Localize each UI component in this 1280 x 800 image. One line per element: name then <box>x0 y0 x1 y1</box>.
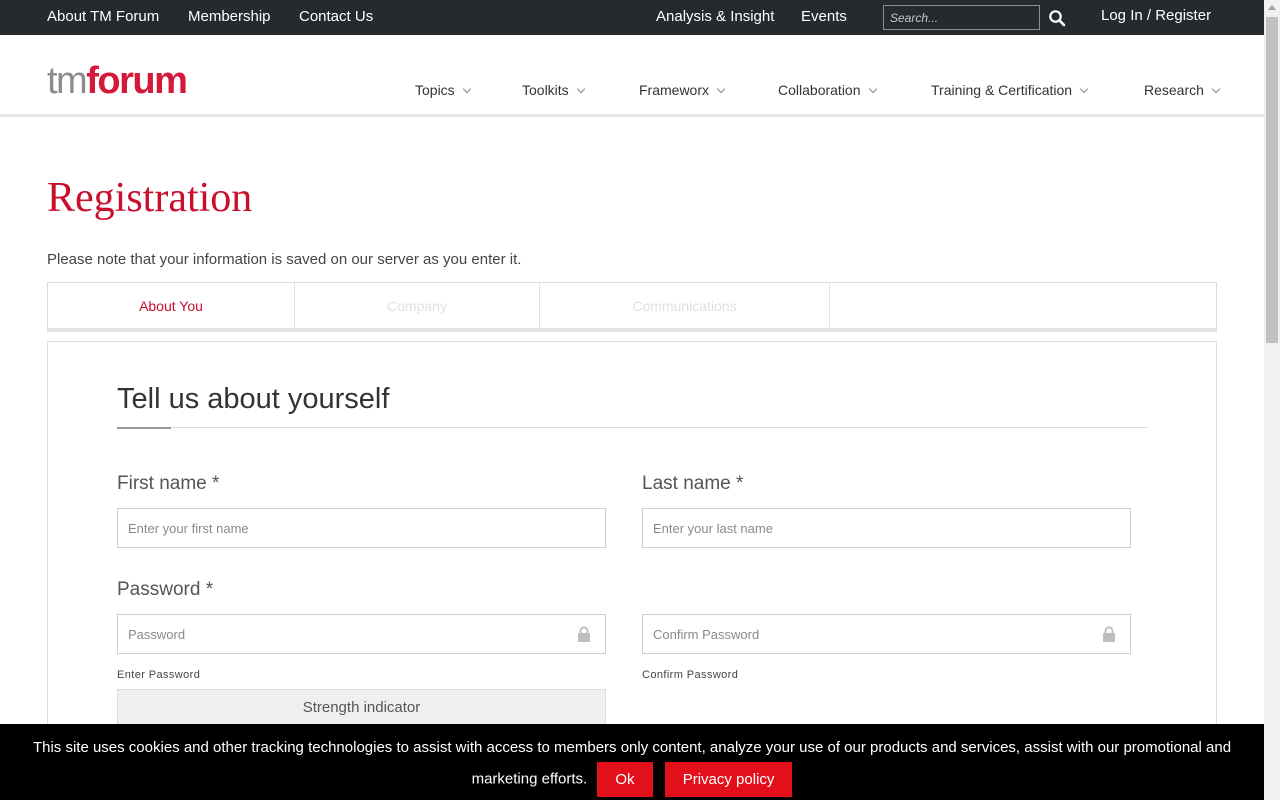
cookie-banner: This site uses cookies and other trackin… <box>0 724 1264 800</box>
cookie-ok-button[interactable]: Ok <box>597 762 653 797</box>
contact-us-link[interactable]: Contact Us <box>299 8 373 25</box>
nav-research[interactable]: Research <box>1144 82 1221 98</box>
nav-label: Research <box>1144 82 1204 98</box>
confirm-password-field[interactable] <box>642 614 1131 654</box>
section-title: Tell us about yourself <box>117 383 390 415</box>
logo-forum: forum <box>86 60 188 102</box>
password-label: Password * <box>117 579 214 600</box>
search-icon[interactable] <box>1048 9 1066 27</box>
membership-link[interactable]: Membership <box>188 8 271 25</box>
nav-label: Frameworx <box>639 82 710 98</box>
section-divider <box>117 427 1147 428</box>
top-utility-bar: About TM Forum Membership Contact Us Ana… <box>0 0 1264 35</box>
chevron-down-icon <box>1079 84 1089 94</box>
first-name-field[interactable] <box>117 508 606 548</box>
password-field[interactable] <box>117 614 606 654</box>
lock-icon <box>578 626 590 642</box>
events-link[interactable]: Events <box>801 8 847 25</box>
main-header: tmforum Topics Toolkits Frameworx Collab… <box>0 35 1264 117</box>
section-divider-accent <box>117 427 171 429</box>
nav-label: Toolkits <box>522 82 569 98</box>
tab-about-you[interactable]: About You <box>48 283 295 329</box>
nav-label: Training & Certification <box>931 82 1073 98</box>
nav-frameworx[interactable]: Frameworx <box>639 82 726 98</box>
cookie-message: This site uses cookies and other trackin… <box>20 734 1244 797</box>
password-strength-indicator: Strength indicator <box>117 689 606 727</box>
about-tm-forum-link[interactable]: About TM Forum <box>47 8 159 25</box>
last-name-label: Last name * <box>642 473 744 494</box>
nav-collaboration[interactable]: Collaboration <box>778 82 877 98</box>
lock-icon <box>1103 626 1115 642</box>
page-title: Registration <box>47 175 253 221</box>
nav-toolkits[interactable]: Toolkits <box>522 82 585 98</box>
save-note: Please note that your information is sav… <box>47 251 522 268</box>
chevron-down-icon <box>1211 84 1221 94</box>
scrollbar-thumb[interactable] <box>1266 17 1278 343</box>
last-name-field[interactable] <box>642 508 1131 548</box>
scroll-up-arrow-icon[interactable] <box>1268 5 1276 10</box>
chevron-down-icon <box>462 84 471 94</box>
search-input[interactable] <box>883 5 1040 30</box>
login-register-link[interactable]: Log In / Register <box>1101 7 1211 24</box>
chevron-down-icon <box>576 84 585 94</box>
nav-label: Collaboration <box>778 82 861 98</box>
password-hint: Enter Password <box>117 669 201 681</box>
nav-label: Topics <box>415 82 455 98</box>
registration-tabs: About You Company Communications <box>47 282 1217 332</box>
first-name-label: First name * <box>117 473 220 494</box>
logo-tm: tm <box>47 60 88 102</box>
tab-communications[interactable]: Communications <box>540 283 830 329</box>
nav-topics[interactable]: Topics <box>415 82 471 98</box>
page-scrollbar[interactable] <box>1264 0 1280 800</box>
confirm-password-hint: Confirm Password <box>642 669 739 681</box>
tab-company[interactable]: Company <box>295 283 540 329</box>
nav-training-certification[interactable]: Training & Certification <box>931 82 1089 98</box>
chevron-down-icon <box>868 84 877 94</box>
analysis-insight-link[interactable]: Analysis & Insight <box>656 8 774 25</box>
chevron-down-icon <box>716 84 726 94</box>
tmforum-logo[interactable]: tmforum <box>47 60 188 102</box>
privacy-policy-button[interactable]: Privacy policy <box>664 762 793 797</box>
